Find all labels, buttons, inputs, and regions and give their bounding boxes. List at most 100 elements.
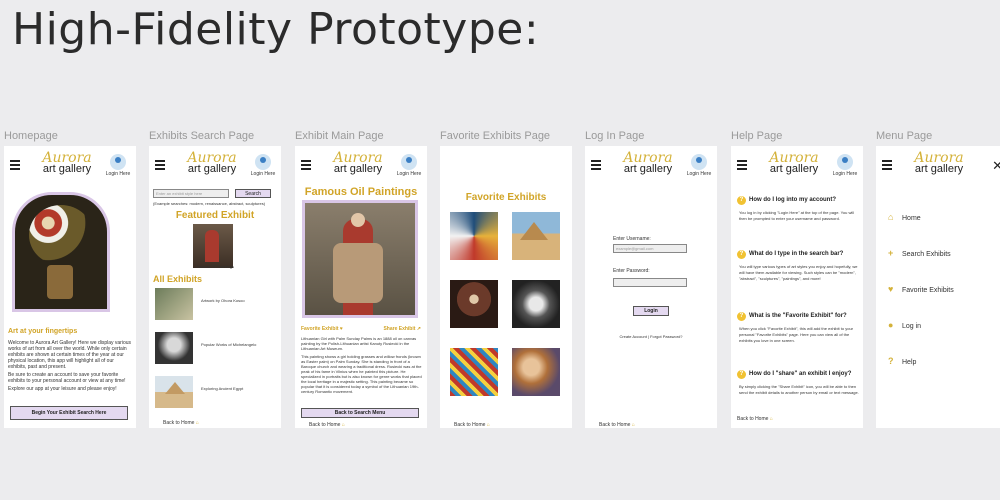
help-answer: You log in by clicking "Login Here" at t… (739, 210, 854, 221)
plus-icon: + (888, 248, 894, 258)
help-answer: When you click "Favorite Exhibit", this … (739, 326, 853, 343)
app-header: Aurora art gallery Login Here (4, 146, 136, 190)
menu-screen: Aurora art gallery ✕ ⌂ Home + Search Exhibi… (876, 146, 1000, 428)
user-icon (691, 154, 707, 170)
hamburger-menu-icon[interactable] (10, 160, 20, 172)
logo[interactable]: Aurora art gallery (177, 151, 247, 175)
user-icon (110, 154, 126, 170)
favorite-tile[interactable] (450, 212, 498, 260)
password-field[interactable] (613, 278, 687, 287)
hamburger-menu-icon[interactable] (591, 160, 601, 172)
login-submit-button[interactable]: Login (633, 306, 669, 316)
logo[interactable]: Aurora art gallery (32, 151, 102, 175)
logo[interactable]: Aurora art gallery (759, 151, 829, 175)
favorite-tile[interactable] (512, 212, 560, 260)
label-favorites: Favorite Exhibits Page (440, 130, 551, 142)
hamburger-menu-icon[interactable] (882, 160, 892, 172)
help-answer: You will type various types of art style… (739, 264, 858, 281)
exhibit-description-2: This painting shows a girl holding grass… (301, 354, 422, 394)
heart-icon: ♥ (888, 284, 894, 294)
list-item-label: Exploring Ancient Egypt (201, 386, 244, 391)
share-exhibit-button[interactable]: Share Exhibit ↗ (383, 326, 421, 332)
back-to-search-button[interactable]: Back to Search Menu (301, 408, 419, 418)
back-to-home-link[interactable]: Back to Home ⌂ (163, 420, 199, 426)
login-button[interactable]: Login Here (685, 154, 713, 177)
back-to-home-link[interactable]: Back to Home ⌂ (454, 422, 490, 428)
login-button[interactable]: Login Here (395, 154, 423, 177)
account-links[interactable]: Create Account | Forgot Password? (585, 334, 717, 340)
favorite-exhibit-button[interactable]: Favorite Exhibit ♥ (301, 326, 343, 332)
menu-item-favorites[interactable]: ♥ Favorite Exhibits (888, 284, 954, 294)
exhibit-heading: Famous Oil Paintings (304, 186, 418, 198)
exhibit-painting (302, 200, 418, 318)
label-search: Exhibits Search Page (149, 130, 255, 142)
home-intro: Welcome to Aurora Art Gallery! Here we d… (8, 340, 132, 370)
search-screen: Aurora art gallery Login Here Enter an ex… (149, 146, 281, 428)
close-icon[interactable]: ✕ (992, 158, 1000, 174)
begin-search-button[interactable]: Begin Your Exhibit Search Here (10, 406, 128, 420)
search-hint: (Example searches: modern, renaissance, … (153, 201, 266, 206)
username-field[interactable]: example@gmail.com (613, 244, 687, 253)
home-icon: ⌂ (341, 422, 345, 428)
home-icon: ⌂ (631, 422, 635, 428)
user-icon (255, 154, 271, 170)
label-login: Log In Page (585, 130, 645, 142)
exhibit-thumbnail (155, 288, 193, 320)
featured-caption: Famous Oil Paintings (195, 264, 234, 269)
help-question: ? What is the "Favorite Exhibit" for? (737, 312, 847, 321)
back-to-home-link[interactable]: Back to Home ⌂ (737, 416, 773, 422)
logo[interactable]: Aurora art gallery (904, 151, 974, 175)
featured-thumbnail[interactable] (193, 224, 233, 268)
favorite-tile[interactable] (512, 348, 560, 396)
exhibit-thumbnail (155, 376, 193, 408)
featured-heading: Featured Exhibit (175, 210, 255, 221)
back-to-home-link[interactable]: Back to Home ⌂ (599, 422, 635, 428)
hamburger-menu-icon[interactable] (301, 160, 311, 172)
label-exhibit: Exhibit Main Page (295, 130, 384, 142)
login-button[interactable]: Login Here (249, 154, 277, 177)
search-input[interactable]: Enter an exhibit style here (153, 189, 229, 198)
search-button[interactable]: Search (235, 189, 271, 198)
favorite-tile[interactable] (512, 280, 560, 328)
help-question: ? How do I log into my account? (737, 196, 836, 205)
page-title: High-Fidelity Prototype: (12, 4, 540, 55)
exhibit-description-1: Lithuanian Girl with Palm Sunday Palms i… (301, 336, 417, 351)
menu-item-search[interactable]: + Search Exhibits (888, 248, 951, 258)
logo[interactable]: Aurora art gallery (323, 151, 393, 175)
favorite-tile[interactable] (450, 280, 498, 328)
login-button[interactable]: Login Here (104, 154, 132, 177)
label-homepage: Homepage (4, 130, 58, 142)
list-item[interactable]: Popular Works of Michelangelo (149, 328, 281, 372)
heart-icon: ♥ (339, 326, 343, 332)
list-item-label: Artwork by Ohora Kosoo (201, 298, 245, 303)
home-heading: Art at your fingertips (8, 328, 78, 335)
homepage-screen: Aurora art gallery Login Here Art at your… (4, 146, 136, 428)
home-icon: ⌂ (486, 422, 490, 428)
help-icon: ? (737, 250, 746, 259)
favorite-tile[interactable] (450, 348, 498, 396)
help-icon: ? (737, 370, 746, 379)
login-button[interactable]: Login Here (831, 154, 859, 177)
list-item[interactable]: Exploring Ancient Egypt (149, 372, 281, 416)
label-menu: Menu Page (876, 130, 933, 142)
person-icon: ● (888, 320, 894, 330)
user-icon (837, 154, 853, 170)
logo[interactable]: Aurora art gallery (613, 151, 683, 175)
back-to-home-link[interactable]: Back to Home ⌂ (309, 422, 345, 428)
menu-item-help[interactable]: ? Help (888, 356, 916, 366)
home-explore-text: Explore our app at your leisure and plea… (8, 386, 117, 392)
help-answer: By simply clicking the "Share Exhibit" i… (739, 384, 859, 395)
menu-item-home[interactable]: ⌂ Home (888, 212, 921, 222)
home-icon: ⌂ (888, 212, 894, 222)
flower-painting (12, 192, 110, 312)
list-item[interactable]: Artwork by Ohora Kosoo (149, 284, 281, 328)
favorites-screen: Favorite Exhibits Back to Home ⌂ (440, 146, 572, 428)
help-icon: ? (737, 196, 746, 205)
hamburger-menu-icon[interactable] (737, 160, 747, 172)
home-icon: ⌂ (769, 416, 773, 422)
hamburger-menu-icon[interactable] (155, 160, 165, 172)
menu-item-login[interactable]: ● Log in (888, 320, 921, 330)
home-account-text: Be sure to create an account to save you… (8, 372, 126, 384)
exhibit-screen: Aurora art gallery Login Here Famous Oil … (295, 146, 427, 428)
help-question: ? How do I "share" an exhibit I enjoy? (737, 370, 851, 379)
